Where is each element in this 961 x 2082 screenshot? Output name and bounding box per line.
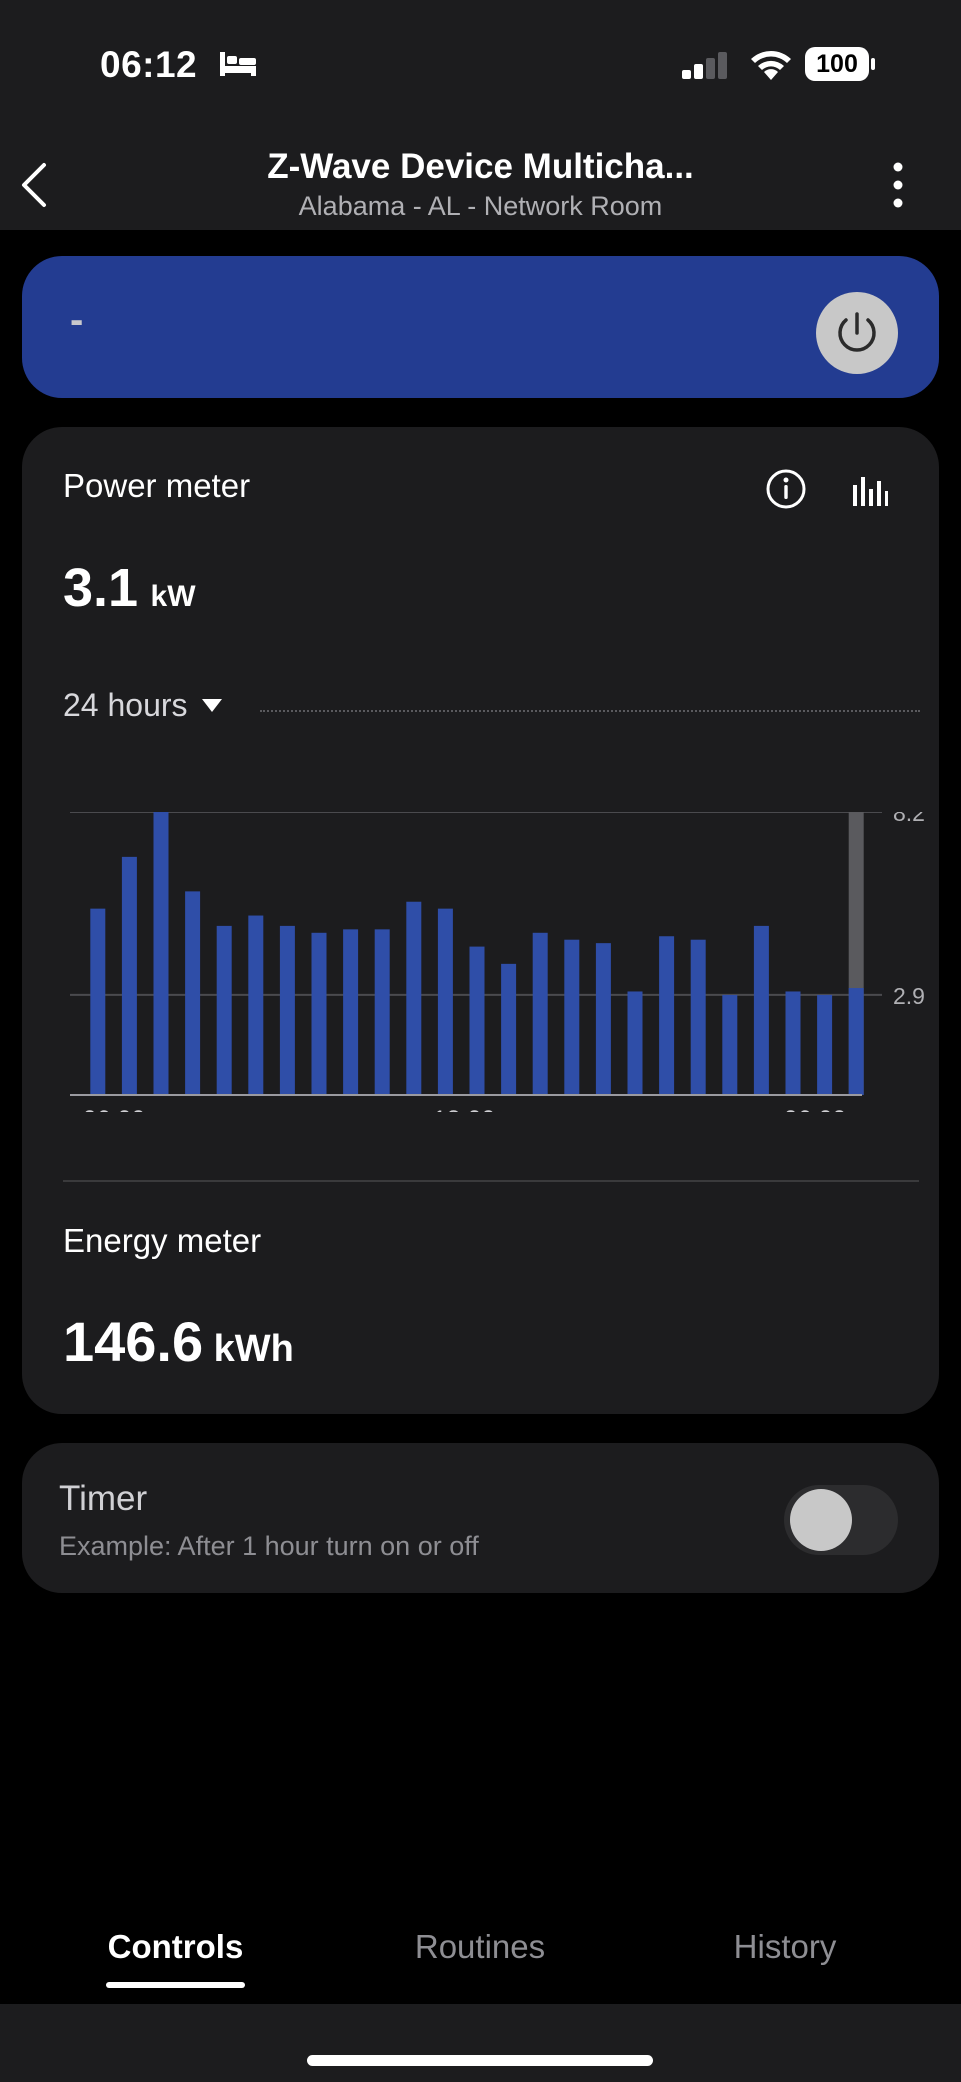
page-title: Z-Wave Device Multicha... (267, 147, 694, 186)
bar-chart-icon[interactable] (852, 473, 888, 507)
x-tick-label: 06:00 (784, 1106, 847, 1112)
dotted-separator (260, 710, 920, 712)
chart-bar (185, 891, 201, 1095)
chart-bar (121, 856, 137, 1095)
wifi-icon (751, 51, 791, 80)
cellular-signal-icon (682, 52, 727, 79)
chart-bar (90, 908, 106, 1095)
chart-bar (501, 963, 517, 1095)
chart-bar (437, 908, 453, 1095)
chart-bar (311, 932, 327, 1095)
timer-card[interactable]: Timer Example: After 1 hour turn on or o… (22, 1443, 939, 1593)
back-button[interactable] (10, 155, 60, 215)
chart-bar (690, 939, 706, 1095)
chart-bar (279, 925, 295, 1095)
chart-bar (722, 994, 738, 1095)
tab-history[interactable]: History (685, 1928, 885, 1966)
x-tick-label: 06:00 (83, 1106, 146, 1112)
bottom-tabs: Controls Routines History (0, 1920, 961, 2000)
divider (63, 1180, 919, 1182)
time-range-dropdown[interactable]: 24 hours (63, 687, 222, 724)
y-reference-label: 8.2 (893, 812, 925, 826)
chart-bar (343, 929, 359, 1095)
meter-card: Power meter 3.1 kW 24 hours 8.2 2.9 06:00 1… (22, 427, 939, 1414)
power-chart[interactable]: 8.2 2.9 06:00 18:00 06:00 (44, 812, 939, 1112)
status-bar: 06:12 100 (0, 0, 961, 135)
chart-bar (753, 925, 769, 1095)
chart-bar (848, 988, 864, 1095)
chart-bar (627, 991, 643, 1095)
power-value: 3.1 (63, 558, 139, 618)
tab-routines[interactable]: Routines (380, 1928, 580, 1966)
chart-bar (532, 932, 548, 1095)
home-indicator[interactable] (307, 2055, 653, 2066)
app-header: Z-Wave Device Multicha... Alabama - AL -… (0, 135, 961, 230)
chart-bar (153, 812, 169, 1095)
energy-value-row: 146.6 kWh (63, 1309, 294, 1374)
page-subtitle: Alabama - AL - Network Room (298, 191, 663, 221)
y-reference-label: 2.9 (893, 983, 925, 1009)
energy-unit: kWh (213, 1328, 294, 1370)
switch-state: - (70, 298, 84, 342)
chart-bar (469, 946, 485, 1095)
energy-meter-label: Energy meter (63, 1222, 262, 1259)
more-options-button[interactable] (880, 157, 916, 213)
chart-bar (817, 994, 833, 1095)
caret-down-icon (201, 699, 222, 712)
timer-title: Timer (59, 1479, 148, 1518)
tab-controls[interactable]: Controls (106, 1928, 245, 1966)
battery-level: 100 (816, 50, 858, 78)
chart-bar (659, 936, 675, 1095)
x-tick-label: 18:00 (433, 1106, 496, 1112)
power-button[interactable] (816, 292, 898, 374)
chart-bar (564, 939, 580, 1095)
info-icon[interactable] (764, 467, 808, 511)
chart-bar (216, 925, 232, 1095)
status-time: 06:12 (100, 44, 198, 85)
power-icon (838, 312, 876, 352)
energy-value: 146.6 (63, 1310, 204, 1373)
power-unit: kW (150, 580, 196, 613)
time-range-label: 24 hours (63, 687, 188, 723)
chart-bar (406, 901, 422, 1095)
timer-toggle[interactable] (784, 1485, 898, 1555)
chart-bar (785, 991, 801, 1095)
power-meter-label: Power meter (63, 467, 251, 504)
home-indicator-area (0, 2004, 961, 2082)
toggle-knob (790, 1489, 852, 1551)
switch-card[interactable]: - (22, 256, 939, 398)
active-tab-indicator (106, 1982, 245, 1988)
power-value-row: 3.1 kW (63, 557, 196, 619)
bed-icon (220, 52, 256, 76)
chart-bar (595, 943, 611, 1095)
chart-bar (374, 929, 390, 1095)
chart-bar (248, 915, 264, 1095)
timer-description: Example: After 1 hour turn on or off (59, 1531, 479, 1561)
